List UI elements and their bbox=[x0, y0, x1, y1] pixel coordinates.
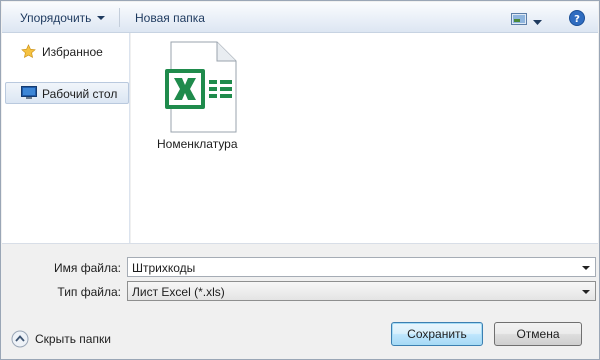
filename-label: Имя файла: bbox=[54, 261, 121, 275]
file-name: Номенклатура bbox=[157, 137, 238, 151]
star-icon bbox=[21, 44, 36, 62]
nav-item-label: Рабочий стол bbox=[42, 87, 118, 101]
save-as-dialog: Упорядочить Новая папка ? Избранное Рабо… bbox=[0, 0, 600, 360]
help-icon[interactable]: ? bbox=[569, 10, 585, 29]
file-item[interactable]: Номенклатура bbox=[153, 41, 243, 151]
nav-item-favorites[interactable]: Избранное bbox=[2, 41, 129, 63]
filename-input[interactable]: Штрихкоды bbox=[127, 257, 596, 277]
toolbar: Упорядочить Новая папка ? bbox=[2, 2, 598, 33]
nav-item-desktop[interactable]: Рабочий стол bbox=[5, 82, 129, 104]
excel-file-icon bbox=[165, 41, 237, 136]
filetype-select[interactable]: Лист Excel (*.xls) bbox=[127, 281, 596, 301]
filetype-label: Тип файла: bbox=[57, 285, 121, 299]
chevron-down-icon[interactable] bbox=[582, 266, 590, 270]
change-view-icon[interactable] bbox=[511, 13, 527, 28]
filetype-value: Лист Excel (*.xls) bbox=[132, 285, 225, 299]
hide-folders-label: Скрыть папки bbox=[35, 332, 111, 346]
organize-button[interactable]: Упорядочить bbox=[20, 11, 106, 25]
organize-label: Упорядочить bbox=[20, 11, 92, 25]
file-list: Номенклатура bbox=[131, 33, 598, 243]
view-options-chevron-icon[interactable] bbox=[533, 15, 542, 29]
save-button[interactable]: Сохранить bbox=[391, 322, 483, 346]
filename-value: Штрихкоды bbox=[132, 261, 196, 275]
desktop-icon bbox=[21, 86, 37, 103]
nav-item-label: Избранное bbox=[42, 45, 103, 59]
save-options-panel: Имя файла: Штрихкоды Тип файла: Лист Exc… bbox=[2, 243, 598, 359]
new-folder-button[interactable]: Новая папка bbox=[135, 11, 205, 25]
chevron-up-icon bbox=[11, 330, 29, 351]
cancel-button[interactable]: Отмена bbox=[494, 322, 582, 346]
chevron-down-icon[interactable] bbox=[582, 290, 590, 294]
svg-text:?: ? bbox=[574, 14, 580, 25]
navigation-pane: Избранное Рабочий стол bbox=[2, 33, 130, 243]
toolbar-separator bbox=[119, 8, 120, 27]
chevron-down-icon bbox=[97, 16, 106, 20]
